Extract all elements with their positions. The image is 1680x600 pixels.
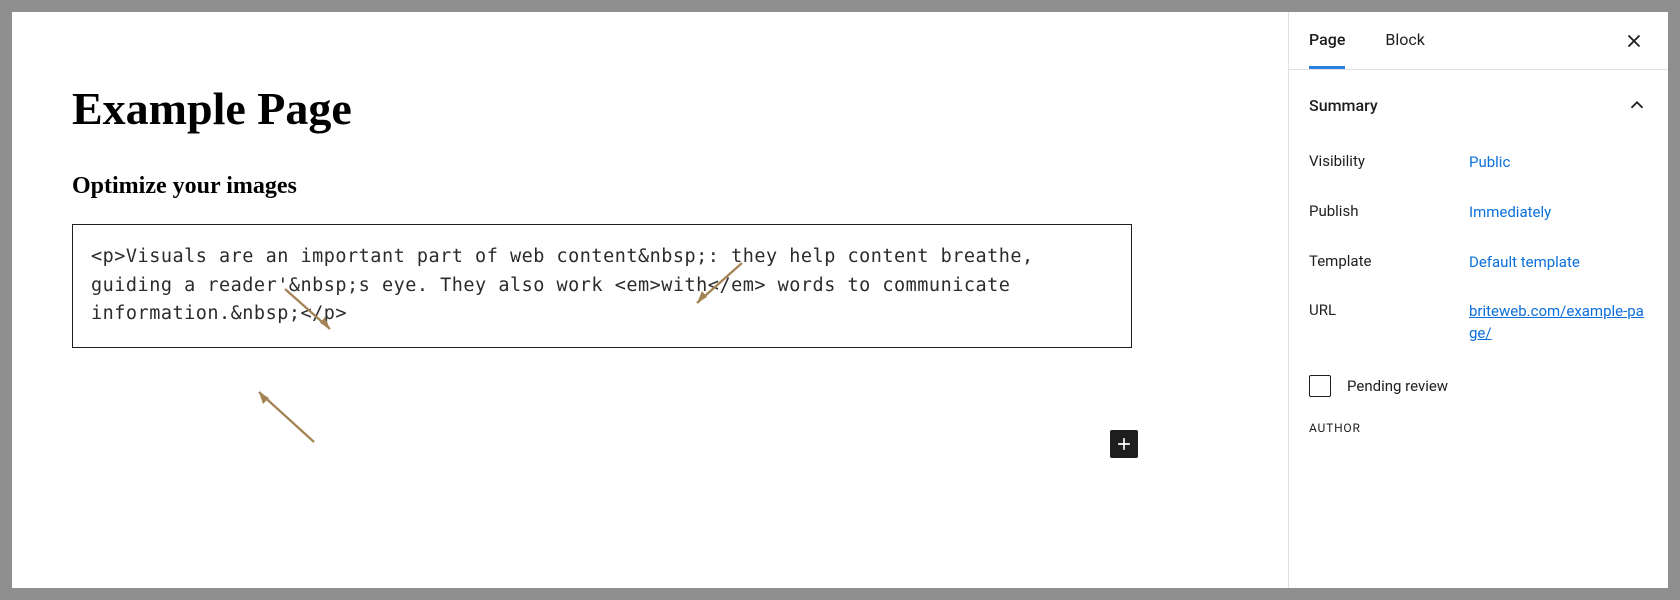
annotation-arrow-icon [239, 382, 329, 450]
summary-heading: Summary [1309, 96, 1378, 115]
tab-page[interactable]: Page [1309, 12, 1345, 69]
close-icon [1623, 30, 1645, 52]
summary-row-publish: Publish Immediately [1309, 188, 1648, 238]
url-label: URL [1309, 301, 1469, 345]
editor-canvas[interactable]: Example Page Optimize your images <p>Vis… [12, 12, 1288, 588]
page-title[interactable]: Example Page [72, 82, 1228, 135]
summary-rows: Visibility Public Publish Immediately Te… [1309, 132, 1648, 359]
pending-review-row: Pending review [1309, 359, 1648, 407]
summary-panel-toggle[interactable]: Summary [1309, 70, 1648, 132]
settings-sidebar: Page Block Summary Visibility Public Pub… [1288, 12, 1668, 588]
publish-value[interactable]: Immediately [1469, 202, 1648, 224]
visibility-label: Visibility [1309, 152, 1469, 174]
add-block-button[interactable] [1110, 430, 1138, 458]
pending-review-checkbox[interactable] [1309, 375, 1331, 397]
tab-block[interactable]: Block [1385, 12, 1424, 69]
close-sidebar-button[interactable] [1620, 27, 1648, 55]
summary-row-url: URL briteweb.com/example-page/ [1309, 287, 1648, 359]
html-code-block[interactable]: <p>Visuals are an important part of web … [72, 224, 1132, 348]
editor-window: Example Page Optimize your images <p>Vis… [12, 12, 1668, 588]
publish-label: Publish [1309, 202, 1469, 224]
pending-review-label: Pending review [1347, 377, 1448, 395]
summary-row-template: Template Default template [1309, 238, 1648, 288]
plus-icon [1114, 434, 1134, 454]
summary-row-visibility: Visibility Public [1309, 138, 1648, 188]
visibility-value[interactable]: Public [1469, 152, 1648, 174]
sidebar-tabs: Page Block [1289, 12, 1668, 70]
chevron-up-icon [1626, 94, 1648, 116]
sub-heading[interactable]: Optimize your images [72, 173, 1228, 200]
author-section-heading: AUTHOR [1309, 407, 1648, 435]
url-value[interactable]: briteweb.com/example-page/ [1469, 301, 1648, 345]
template-value[interactable]: Default template [1469, 252, 1648, 274]
template-label: Template [1309, 252, 1469, 274]
